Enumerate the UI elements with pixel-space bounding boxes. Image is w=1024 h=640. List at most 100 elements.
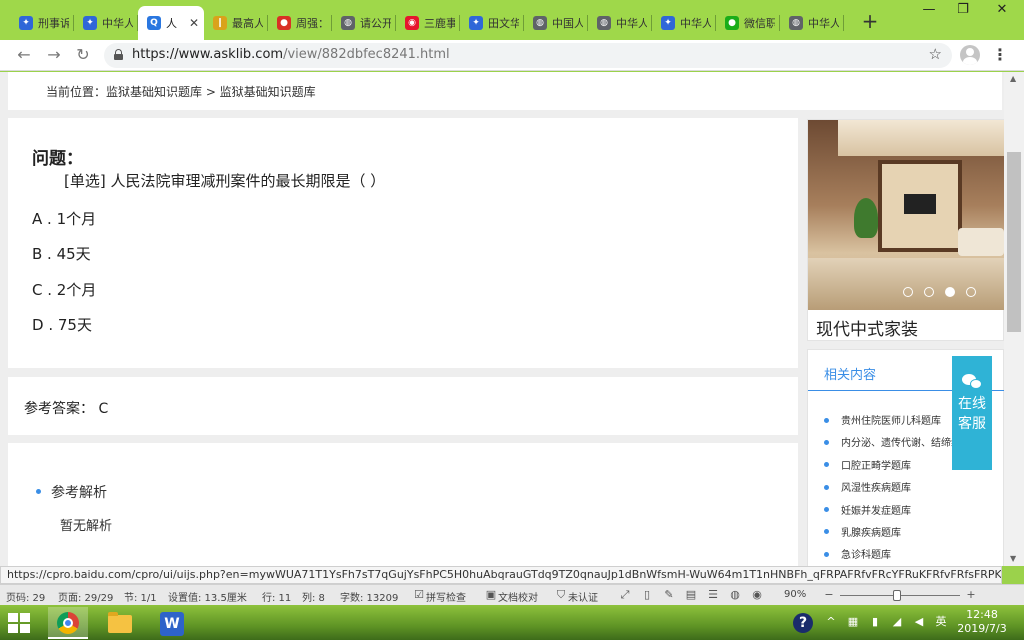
outline-view-icon[interactable]: ☰	[706, 588, 720, 602]
certification[interactable]: 未认证	[568, 589, 598, 604]
related-item[interactable]: 乳腺疾病题库	[824, 524, 1004, 546]
tab-label: 中华人	[680, 17, 711, 30]
document-status-bar: 页码: 29 页面: 29/29 节: 1/1 设置值: 13.5厘米 行: 1…	[0, 584, 1024, 605]
document-icon: ❙	[213, 16, 227, 30]
tray-expand-icon[interactable]: ^	[824, 615, 838, 629]
bullet-icon	[824, 529, 829, 535]
row-number: 行: 11	[262, 593, 292, 604]
new-tab-button[interactable]: +	[858, 10, 882, 34]
tab-7[interactable]: ✦ 田文华	[460, 6, 524, 40]
taskbar-folder-icon[interactable]	[100, 607, 140, 639]
bullet-icon	[36, 488, 41, 494]
tab-close-icon[interactable]: ✕	[189, 16, 199, 30]
clock-date: 2019/7/3	[957, 622, 1007, 635]
tab-1[interactable]: ✦ 中华人	[74, 6, 138, 40]
spell-check-icon[interactable]: ☑	[412, 588, 426, 602]
zoom-in-icon[interactable]: +	[964, 588, 978, 602]
tab-2[interactable]: Q 人 ✕	[138, 6, 204, 40]
back-arrow-icon[interactable]: ←	[14, 45, 34, 65]
fullscreen-icon[interactable]: ⤢	[618, 588, 632, 602]
carousel-dot-1[interactable]	[903, 287, 913, 297]
bullet-icon	[824, 551, 829, 557]
related-item-label[interactable]: 风湿性疾病题库	[841, 483, 911, 494]
bookmark-star-icon[interactable]: ☆	[929, 45, 942, 63]
tab-8[interactable]: ◍ 中国人	[524, 6, 588, 40]
tab-12[interactable]: ◍ 中华人	[780, 6, 844, 40]
system-clock[interactable]: 12:48 2019/7/3	[952, 608, 1012, 636]
menu-kebab-icon[interactable]: ⋮	[992, 46, 1008, 66]
address-bar[interactable]: https://www.asklib.com/view/882dbfec8241…	[104, 43, 952, 68]
page-scrollbar[interactable]: ▲ ▼	[1004, 72, 1024, 566]
web-view-icon[interactable]: ◍	[728, 588, 742, 602]
page-number[interactable]: 页码: 29	[6, 589, 45, 604]
input-language[interactable]: 英	[934, 615, 948, 629]
spell-check[interactable]: 拼写检查	[426, 589, 466, 604]
network-icon[interactable]: ◢	[890, 615, 904, 629]
scroll-down-icon[interactable]: ▼	[1010, 554, 1016, 563]
tab-label: 微信职	[744, 17, 775, 30]
setting-value: 设置值: 13.5厘米	[168, 593, 247, 604]
breadcrumb[interactable]: 当前位置：监狱基础知识题库 > 监狱基础知识题库	[46, 83, 316, 100]
asklib-icon: Q	[147, 16, 161, 30]
scroll-up-icon[interactable]: ▲	[1010, 74, 1016, 83]
tab-label: 人	[166, 17, 177, 30]
related-item-label[interactable]: 贵州住院医师儿科题库	[841, 416, 941, 427]
ad-caption[interactable]: 现代中式家装	[816, 315, 918, 340]
reload-icon[interactable]: ↻	[73, 45, 93, 65]
scroll-thumb[interactable]	[1007, 152, 1021, 332]
url-text[interactable]: https://www.asklib.com/view/882dbfec8241…	[132, 47, 450, 62]
related-item[interactable]: 急诊科题库	[824, 546, 1004, 566]
taskbar-chrome-icon[interactable]	[48, 607, 88, 639]
tray-app-icon[interactable]: ▦	[846, 615, 860, 629]
pen-icon[interactable]: ✎	[662, 588, 676, 602]
eye-protect-icon[interactable]: ◉	[750, 588, 764, 602]
carousel-dot-3[interactable]	[945, 287, 955, 297]
tab-0[interactable]: ✦ 刑事诉	[10, 6, 74, 40]
page-view-icon[interactable]: ▤	[684, 588, 698, 602]
globe-icon: ◍	[341, 16, 355, 30]
tab-3[interactable]: ❙ 最高人	[204, 6, 268, 40]
related-item-label[interactable]: 妊娠并发症题库	[841, 506, 911, 517]
carousel-dots	[903, 287, 987, 297]
ad-image[interactable]	[808, 120, 1004, 310]
related-item-label[interactable]: 口腔正畸学题库	[841, 461, 911, 472]
tab-5[interactable]: ◍ 请公开	[332, 6, 396, 40]
tab-10[interactable]: ✦ 中华人	[652, 6, 716, 40]
minimize-icon[interactable]: —	[912, 0, 946, 22]
proofread-icon[interactable]: ▣	[484, 588, 498, 602]
forward-arrow-icon[interactable]: →	[44, 45, 64, 65]
certify-shield-icon[interactable]: ⛉	[554, 588, 568, 602]
carousel-dot-4[interactable]	[966, 287, 976, 297]
zoom-out-icon[interactable]: −	[822, 588, 836, 602]
profile-avatar-icon[interactable]	[960, 45, 980, 65]
window-controls: — ❐ ✕	[912, 0, 1024, 22]
word-count[interactable]: 字数: 13209	[340, 589, 398, 604]
tab-4[interactable]: ● 周强：	[268, 6, 332, 40]
carousel-dot-2[interactable]	[924, 287, 934, 297]
tab-6[interactable]: ◉ 三鹿事	[396, 6, 460, 40]
volume-icon[interactable]: ◀	[912, 615, 926, 629]
related-item[interactable]: 风湿性疾病题库	[824, 479, 1004, 501]
tab-9[interactable]: ◍ 中华人	[588, 6, 652, 40]
related-item-label[interactable]: 急诊科题库	[841, 550, 891, 561]
taskbar-wps-icon[interactable]: W	[152, 607, 192, 639]
read-mode-icon[interactable]: ▯	[640, 588, 654, 602]
proofread[interactable]: 文档校对	[498, 589, 538, 604]
related-item-label[interactable]: 乳腺疾病题库	[841, 528, 901, 539]
tab-label: 最高人	[232, 17, 263, 30]
battery-icon[interactable]: ▮	[868, 615, 882, 629]
wechat-chat-icon	[962, 374, 982, 390]
page-count[interactable]: 页面: 29/29	[58, 589, 113, 604]
link-status-bubble: https://cpro.baidu.com/cpro/ui/uijs.php?…	[0, 566, 1002, 584]
help-icon[interactable]: ?	[793, 613, 813, 633]
zoom-level[interactable]: 90%	[784, 589, 806, 600]
close-window-icon[interactable]: ✕	[980, 0, 1024, 22]
tab-11[interactable]: ● 微信职	[716, 6, 780, 40]
online-service-button[interactable]: 在线客服	[952, 356, 992, 470]
windows-start-icon[interactable]	[8, 613, 30, 633]
zoom-slider-handle[interactable]	[893, 590, 901, 601]
restore-icon[interactable]: ❐	[946, 0, 980, 22]
related-item[interactable]: 妊娠并发症题库	[824, 502, 1004, 524]
paw-icon: ✦	[19, 16, 33, 30]
ad-carousel[interactable]: 现代中式家装	[807, 119, 1004, 341]
